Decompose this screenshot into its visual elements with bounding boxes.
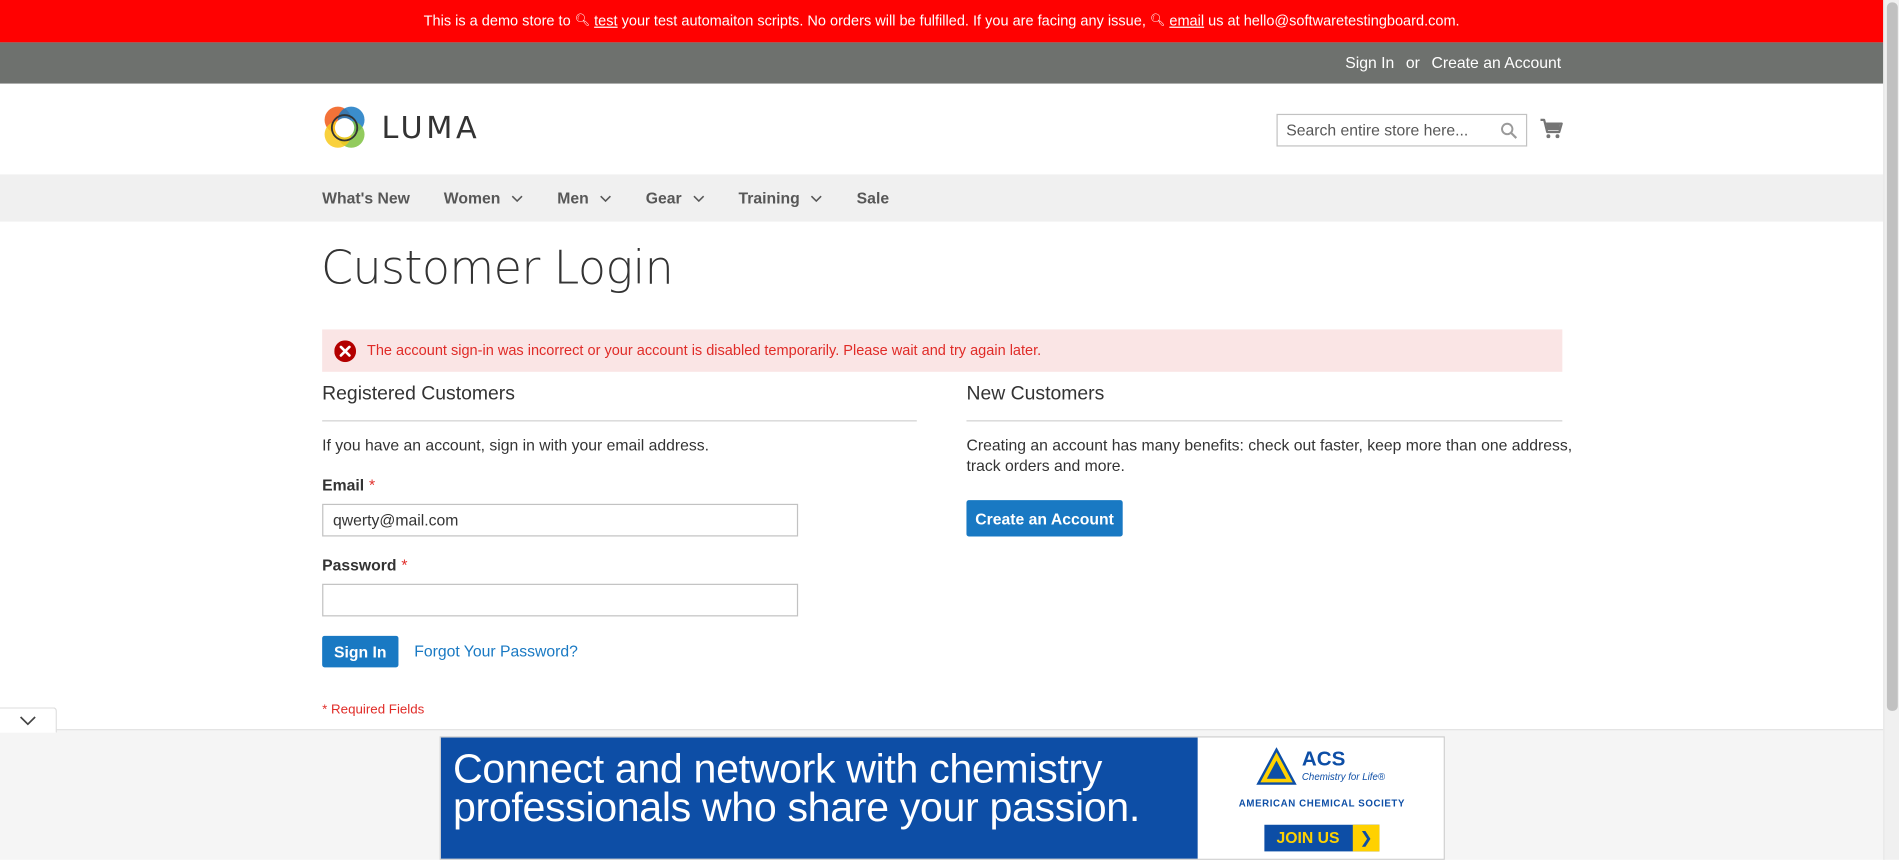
nav-item-label: Gear: [645, 188, 682, 208]
demo-email-link[interactable]: email: [1169, 12, 1204, 29]
error-icon: [334, 340, 357, 363]
demo-test-link[interactable]: test: [594, 12, 617, 29]
search-input[interactable]: [1277, 115, 1484, 146]
nav-item-men[interactable]: Men: [557, 188, 612, 208]
scrollbar-thumb[interactable]: [1886, 2, 1898, 711]
ad-join-label: JOIN US: [1276, 828, 1340, 847]
ad-brand-name: ACS: [1301, 747, 1346, 771]
registered-intro-text: If you have an account, sign in with you…: [322, 435, 709, 455]
required-asterisk: *: [401, 555, 408, 575]
ad-brand-panel: ACS Chemistry for Life® AMERICAN CHEMICA…: [1197, 737, 1444, 859]
search-box: [1276, 113, 1528, 147]
page-scrollbar[interactable]: [1883, 0, 1899, 860]
nav-item-women[interactable]: Women: [444, 189, 524, 207]
logo-text: LUMA: [381, 110, 481, 146]
error-message-text: The account sign-in was incorrect or you…: [366, 341, 1042, 359]
new-customers-text-line1: Creating an account has many benefits: c…: [966, 435, 1573, 455]
nav-item-gear[interactable]: Gear: [646, 189, 705, 207]
ad-headline: Connect and network with chemistry profe…: [440, 737, 1198, 859]
error-message: The account sign-in was incorrect or you…: [322, 329, 1563, 372]
page-title-text: Customer Login: [320, 241, 674, 295]
create-account-button[interactable]: Create an Account: [966, 500, 1123, 537]
arrow-right-icon: ❯: [1352, 824, 1380, 852]
ad-brand-tagline: Chemistry for Life®: [1301, 771, 1385, 783]
required-fields-note: * Required Fields: [322, 702, 425, 717]
acs-logo-icon: [1256, 747, 1297, 785]
nav-item-whats-new[interactable]: What's New: [322, 189, 410, 207]
header-content: LUMA: [0, 84, 1883, 175]
ad-join-button[interactable]: JOIN US ❯: [1264, 824, 1380, 852]
password-field[interactable]: [322, 583, 799, 617]
demo-notice-text-2: your test automaiton scripts. No orders …: [621, 12, 1146, 30]
ad-headline-line2: professionals who share your passion.: [452, 784, 1140, 831]
page-title: Customer Login: [320, 241, 674, 295]
email-field[interactable]: [322, 503, 799, 537]
demo-notice-text-3: us at hello@softwaretestingboard.com.: [1208, 12, 1460, 30]
ad-org-name: AMERICAN CHEMICAL SOCIETY: [1238, 798, 1406, 810]
chevron-down-icon: [19, 716, 36, 726]
logo[interactable]: LUMA: [322, 105, 480, 150]
password-label-text: Password: [322, 555, 397, 575]
header-or-text: or: [1405, 53, 1420, 72]
demo-notice-text-1: This is a demo store to: [423, 12, 571, 30]
new-customers-divider: [966, 420, 1563, 422]
chevron-down-icon: [511, 195, 523, 202]
email-label: Email *: [322, 476, 375, 494]
nav-item-label: What's New: [322, 188, 410, 208]
chevron-down-icon: [600, 195, 612, 202]
forgot-password-link[interactable]: Forgot Your Password?: [414, 642, 578, 660]
header-links: Sign In or Create an Account: [1345, 42, 1561, 83]
main-navigation: What's New Women Men Gear Training Sale: [0, 174, 1884, 222]
ad-banner[interactable]: Connect and network with chemistry profe…: [439, 736, 1445, 860]
magnifier-icon: 🔍︎: [1149, 14, 1166, 28]
required-asterisk: *: [369, 475, 376, 495]
nav-item-label: Women: [443, 188, 501, 208]
nav-item-training[interactable]: Training: [739, 189, 823, 207]
magnifier-icon: 🔍︎: [574, 14, 591, 28]
header-create-account-link[interactable]: Create an Account: [1432, 42, 1562, 83]
page-root: This is a demo store to 🔍︎ test your tes…: [0, 0, 1899, 860]
header-sign-in-link[interactable]: Sign In: [1345, 42, 1394, 83]
ad-headline-line1: Connect and network with chemistry: [452, 746, 1103, 793]
search-icon[interactable]: [1501, 122, 1518, 139]
password-label: Password *: [322, 556, 407, 574]
luma-logo-icon: [324, 106, 365, 148]
email-label-text: Email: [322, 475, 365, 495]
chevron-down-icon: [693, 195, 704, 202]
demo-notice-bar: This is a demo store to 🔍︎ test your tes…: [0, 0, 1884, 43]
header-panel: Sign In or Create an Account: [0, 42, 1884, 84]
new-customers-text-line2: track orders and more.: [966, 456, 1125, 475]
registered-customers-title: Registered Customers: [322, 383, 515, 405]
nav-item-label: Men: [557, 188, 589, 208]
new-customers-title: New Customers: [966, 383, 1105, 405]
nav-item-sale[interactable]: Sale: [857, 189, 889, 207]
nav-item-label: Training: [738, 188, 800, 208]
cart-icon[interactable]: [1539, 116, 1563, 140]
chevron-down-icon: [811, 195, 823, 202]
nav-item-label: Sale: [856, 188, 890, 208]
ad-collapse-toggle[interactable]: [0, 707, 57, 733]
registered-divider: [322, 420, 917, 422]
sign-in-button[interactable]: Sign In: [322, 635, 399, 668]
